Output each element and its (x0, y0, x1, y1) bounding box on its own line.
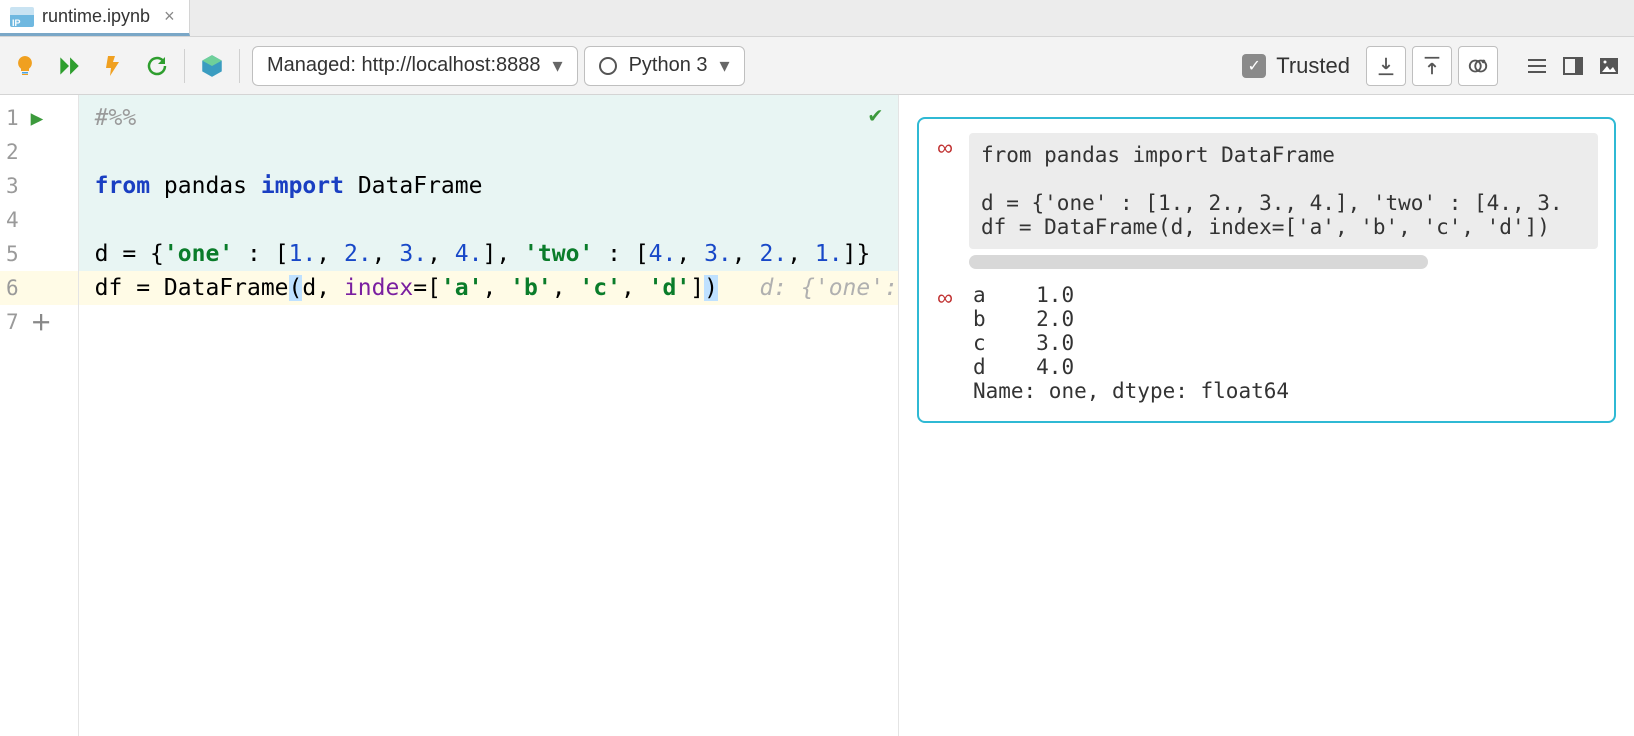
gutter-line[interactable]: 7 ＋ (0, 305, 78, 339)
code-line[interactable]: #%% (79, 101, 898, 135)
kernel-status-icon (599, 57, 617, 75)
close-tab-icon[interactable]: × (164, 6, 175, 27)
gutter-line: 3 (0, 169, 78, 203)
package-icon[interactable] (197, 51, 227, 81)
run-cell-icon[interactable]: ▶ (31, 106, 44, 130)
editor-area: 1 ▶ 2 3 4 5 6 7 ＋ ✔ #%% from pandas impo… (0, 95, 1634, 736)
code-line[interactable]: from pandas import DataFrame (79, 169, 898, 203)
cell-marker: #%% (95, 105, 137, 131)
chevron-down-icon: ▾ (553, 53, 563, 78)
line-gutter: 1 ▶ 2 3 4 5 6 7 ＋ (0, 95, 79, 736)
lightning-icon[interactable] (98, 51, 128, 81)
code-line[interactable] (79, 203, 898, 237)
cell-output-text: a 1.0 b 2.0 c 3.0 d 4.0 Name: one, dtype… (969, 283, 1598, 403)
upload-output-button[interactable] (1412, 46, 1452, 86)
variables-button[interactable] (1458, 46, 1498, 86)
notebook-file-icon (10, 7, 34, 27)
check-icon: ✓ (1242, 54, 1266, 78)
gutter-line: 4 (0, 203, 78, 237)
list-view-icon[interactable] (1522, 51, 1552, 81)
output-card: ∞ from pandas import DataFrame d = {'one… (917, 117, 1616, 423)
code-editor[interactable]: ✔ #%% from pandas import DataFrame d = {… (79, 95, 898, 736)
line-number: 5 (6, 242, 19, 266)
inline-hint: d: {'one': (718, 275, 898, 301)
input-code-preview: from pandas import DataFrame d = {'one' … (969, 133, 1598, 249)
gutter-line: 5 (0, 237, 78, 271)
gutter-line: 2 (0, 135, 78, 169)
notebook-toolbar: Managed: http://localhost:8888 ▾ Python … (0, 37, 1634, 95)
toolbar-separator (239, 49, 240, 83)
execution-count-icon: ∞ (931, 285, 959, 311)
line-number: 3 (6, 174, 19, 198)
lightbulb-icon[interactable] (10, 51, 40, 81)
gutter-line[interactable]: 1 ▶ (0, 101, 78, 135)
code-line[interactable]: df = DataFrame(d, index=['a', 'b', 'c', … (79, 271, 898, 305)
kernel-label: Python 3 (629, 54, 708, 77)
line-number: 7 (6, 310, 19, 334)
chevron-down-icon: ▾ (720, 53, 730, 78)
server-dropdown[interactable]: Managed: http://localhost:8888 ▾ (252, 46, 578, 86)
server-label: Managed: http://localhost:8888 (267, 54, 541, 77)
download-output-button[interactable] (1366, 46, 1406, 86)
image-view-icon[interactable] (1594, 51, 1624, 81)
toolbar-separator (184, 49, 185, 83)
kernel-dropdown[interactable]: Python 3 ▾ (584, 46, 745, 86)
horizontal-scrollbar[interactable] (969, 255, 1428, 269)
restart-kernel-icon[interactable] (142, 51, 172, 81)
code-line[interactable] (79, 135, 898, 169)
tab-bar: runtime.ipynb × (0, 0, 1634, 37)
code-line[interactable]: d = {'one' : [1., 2., 3., 4.], 'two' : [… (79, 237, 898, 271)
file-tab[interactable]: runtime.ipynb × (0, 0, 190, 36)
output-panel: ∞ from pandas import DataFrame d = {'one… (898, 95, 1634, 736)
gutter-line: 6 (0, 271, 78, 305)
line-number: 1 (6, 106, 19, 130)
trusted-indicator[interactable]: ✓ Trusted (1242, 53, 1350, 79)
line-number: 6 (6, 276, 19, 300)
line-number: 2 (6, 140, 19, 164)
line-number: 4 (6, 208, 19, 232)
side-panel-icon[interactable] (1558, 51, 1588, 81)
execution-count-icon: ∞ (931, 135, 959, 161)
add-cell-icon[interactable]: ＋ (31, 307, 52, 337)
run-all-icon[interactable] (54, 51, 84, 81)
trusted-label: Trusted (1276, 53, 1350, 79)
tab-filename: runtime.ipynb (42, 6, 150, 27)
